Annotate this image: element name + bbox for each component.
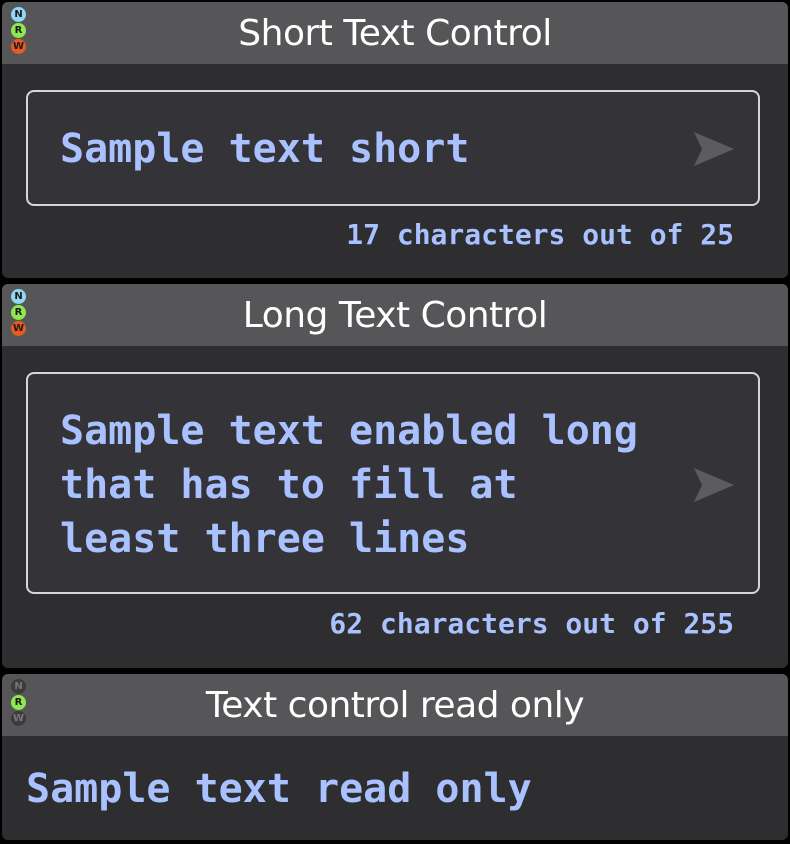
- send-icon[interactable]: [692, 466, 736, 504]
- long-text-value: Sample text enabled long that has to fil…: [60, 408, 638, 562]
- long-text-header: N R W Long Text Control: [2, 284, 788, 346]
- panel-title: Text control read only: [205, 684, 585, 726]
- long-text-input[interactable]: Sample text enabled long that has to fil…: [26, 372, 760, 594]
- notify-badge-icon: N: [11, 289, 26, 304]
- read-badge-icon: R: [11, 695, 26, 710]
- permission-badges: N R W: [11, 679, 26, 726]
- permission-badges: N R W: [11, 289, 26, 336]
- short-text-input[interactable]: Sample text short: [26, 90, 760, 206]
- readonly-text-value: Sample text read only: [26, 766, 532, 812]
- readonly-text-header: N R W Text control read only: [2, 674, 788, 736]
- permission-badges: N R W: [11, 7, 26, 54]
- character-counter: 62 characters out of 255: [329, 607, 734, 640]
- send-icon[interactable]: [692, 130, 736, 168]
- short-text-panel: N R W Short Text Control Sample text sho…: [2, 2, 788, 278]
- panel-title: Long Text Control: [242, 294, 548, 336]
- write-badge-icon: W: [11, 321, 26, 336]
- readonly-text-panel: N R W Text control read only Sample text…: [2, 674, 788, 840]
- notify-badge-icon: N: [11, 7, 26, 22]
- short-text-header: N R W Short Text Control: [2, 2, 788, 64]
- read-badge-icon: R: [11, 23, 26, 38]
- notify-badge-icon: N: [11, 679, 26, 694]
- long-text-panel: N R W Long Text Control Sample text enab…: [2, 284, 788, 668]
- write-badge-icon: W: [11, 39, 26, 54]
- write-badge-icon: W: [11, 711, 26, 726]
- short-text-value: Sample text short: [60, 126, 470, 172]
- read-badge-icon: R: [11, 305, 26, 320]
- character-counter: 17 characters out of 25: [346, 218, 734, 251]
- panel-title: Short Text Control: [238, 12, 552, 54]
